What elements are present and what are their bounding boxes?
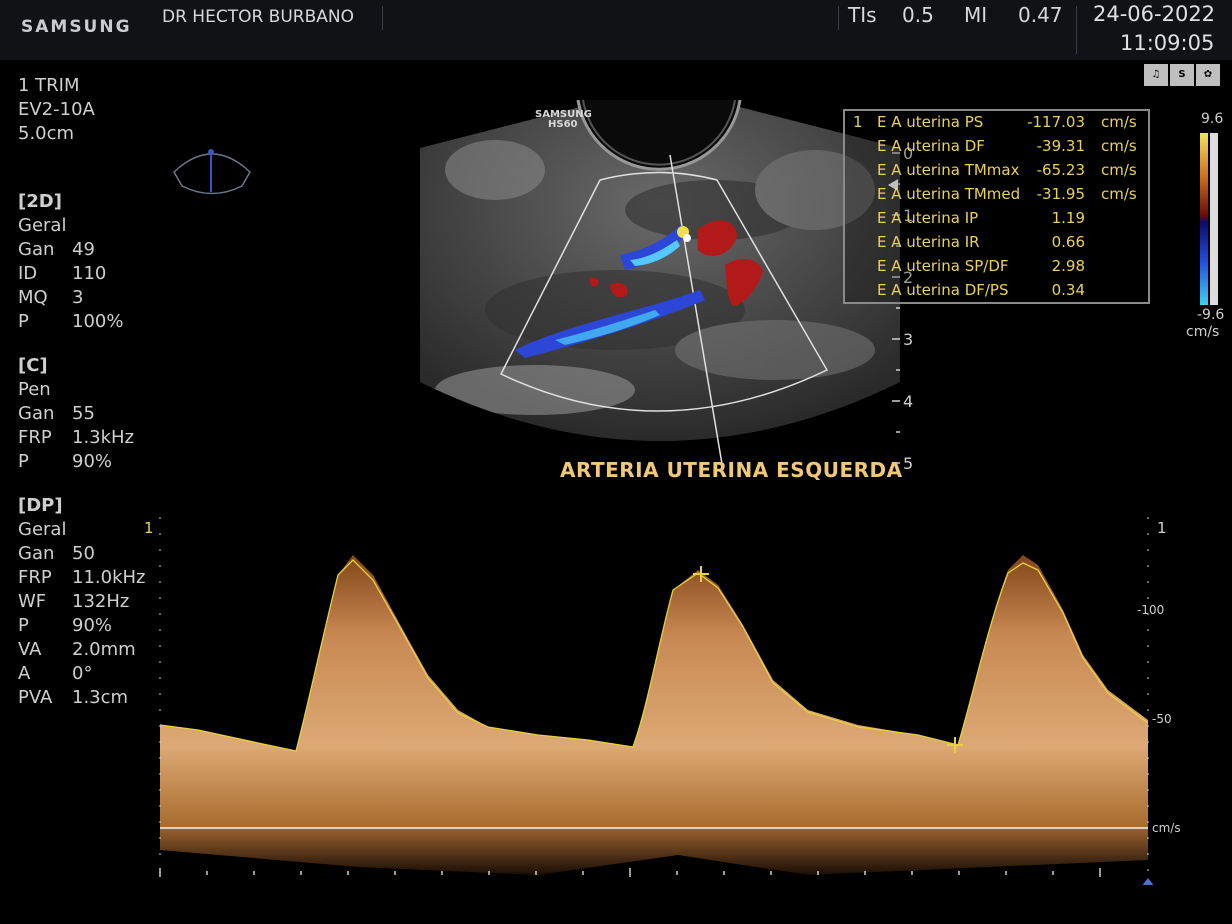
doctor-name: DR HECTOR BURBANO [162,7,354,27]
color-bar [1200,133,1218,305]
exam-time: 11:09:05 [1120,31,1215,55]
mode-dp-title: [DP] [18,495,63,516]
mode-dp-panel: [DP] Geral Gan 50 FRP 11.0kHz WF 132Hz P 90%… [18,494,146,710]
param-row: ID 110 [18,263,107,284]
mode-c-mode: Pen [18,379,51,400]
measurement-row: E A uterina TMmed -31.95 cm/s [877,185,1137,203]
time-axis [159,868,1101,877]
watermark-model: HS60 [548,119,578,130]
baseline-shift-icon[interactable] [1141,878,1153,885]
measurement-row: E A uterina DF/PS 0.34 [877,281,1085,299]
mode-2d-panel: [2D] Geral Gan 49 ID 110 MQ 3 P 100% [18,190,123,334]
velocity-scale-50: -50 [1152,712,1172,726]
spectral-marker-left: 1 [144,519,154,537]
color-bar-max: 9.6 [1201,111,1224,127]
exam-date: 24-06-2022 [1093,2,1216,26]
param-row: Gan 50 [18,543,95,564]
film-reel-icon: ✿ [1196,64,1220,86]
tis-value: 0.5 [902,3,934,27]
brand-logo: SAMSUNG [21,17,132,37]
bell-icon: ♫ [1144,64,1168,86]
measurement-index: 1 [853,113,863,131]
image-caption[interactable]: ARTERIA UTERINA ESQUERDA [560,458,903,482]
bmode-image[interactable]: SAMSUNG HS60 [415,100,905,470]
measurement-row: E A uterina IR 0.66 [877,233,1085,251]
param-row: VA 2.0mm [18,639,136,660]
measurement-panel: 1 E A uterina PS -117.03 cm/s E A uterin… [843,109,1150,304]
mode-2d-mode: Geral [18,215,67,236]
param-row: WF 132Hz [18,591,130,612]
spectral-doppler-trace[interactable] [158,515,1153,885]
spectral-marker-right: 1 [1157,519,1167,537]
divider [838,6,839,30]
divider [382,6,383,30]
preset-label: 1 TRIM [18,75,80,96]
mode-2d-title: [2D] [18,191,62,212]
har-icon: S [1170,64,1194,86]
exam-info: 1 TRIM EV2-10A 5.0cm [18,74,95,146]
depth-tick-3: 3 [903,330,914,349]
measurement-row: E A uterina SP/DF 2.98 [877,257,1085,275]
param-row: P 90% [18,615,113,636]
measurement-row: E A uterina DF -39.31 cm/s [877,137,1137,155]
mi-value: 0.47 [1018,3,1063,27]
depth-tick-5: 5 [903,454,914,473]
param-row: FRP 1.3kHz [18,427,135,448]
mode-c-panel: [C] Pen Gan 55 FRP 1.3kHz P 90% [18,354,134,474]
color-bar-unit: cm/s [1186,324,1220,340]
measurement-row: E A uterina TMmax -65.23 cm/s [877,161,1137,179]
depth-label: 5.0cm [18,123,75,144]
depth-tick-4: 4 [903,392,914,411]
velocity-unit: cm/s [1152,821,1181,835]
probe-label: EV2-10A [18,99,95,120]
param-row: A 0° [18,663,93,684]
param-row: Gan 49 [18,239,95,260]
velocity-scale-100: -100 [1137,603,1165,617]
status-icons: ♫ S ✿ [1144,64,1220,86]
mi-label: MI [964,3,988,27]
measurement-row: 1 E A uterina PS -117.03 cm/s [853,113,1137,131]
top-bar: SAMSUNG DR HECTOR BURBANO TIs 0.5 MI 0.4… [0,0,1232,60]
param-row: Gan 55 [18,403,95,424]
param-row: FRP 11.0kHz [18,567,146,588]
param-row: MQ 3 [18,287,84,308]
color-bar-min: -9.6 [1197,307,1225,323]
mode-c-title: [C] [18,355,48,376]
param-row: P 100% [18,311,124,332]
param-row: P 90% [18,451,113,472]
mode-dp-mode: Geral [18,519,67,540]
divider [1076,6,1077,54]
measurement-row: E A uterina IP 1.19 [877,209,1085,227]
tis-label: TIs [848,3,877,27]
probe-orientation-icon [173,149,251,195]
param-row: PVA 1.3cm [18,687,129,708]
